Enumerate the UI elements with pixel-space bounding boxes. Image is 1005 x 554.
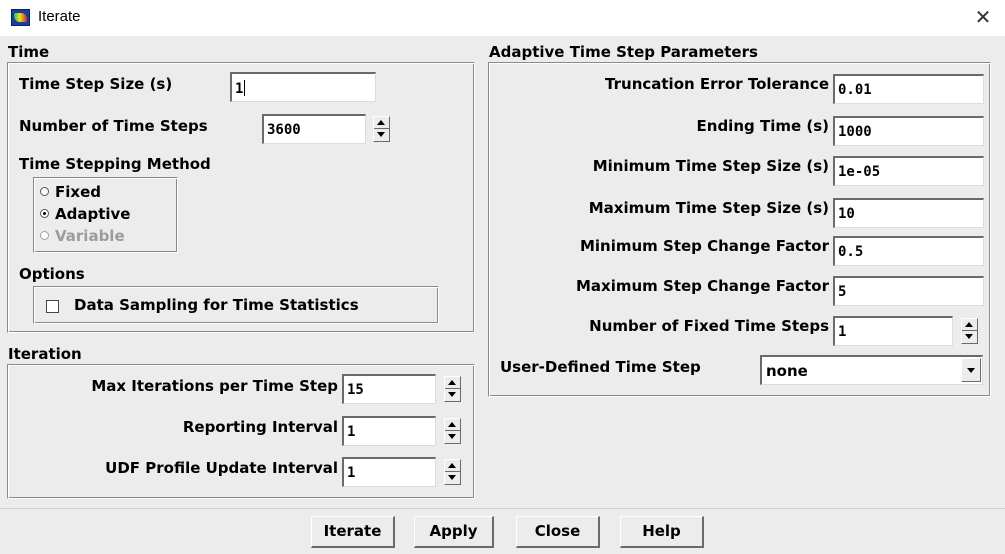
- spin-up-icon[interactable]: [445, 377, 460, 389]
- spin-up-icon[interactable]: [374, 117, 389, 129]
- title-bar: Iterate ✕: [0, 0, 1005, 36]
- truncation-error-tolerance-label: Truncation Error Tolerance: [605, 75, 829, 93]
- user-defined-time-step-label: User-Defined Time Step: [500, 358, 701, 376]
- data-sampling-label[interactable]: Data Sampling for Time Statistics: [74, 296, 359, 314]
- max-time-step-size-label: Maximum Time Step Size (s): [588, 199, 829, 217]
- adaptive-section-title: Adaptive Time Step Parameters: [489, 43, 758, 61]
- number-of-fixed-time-steps-spinner[interactable]: [961, 318, 978, 344]
- close-button[interactable]: Close: [516, 516, 600, 548]
- apply-button[interactable]: Apply: [414, 516, 494, 548]
- reporting-interval-input[interactable]: 1: [342, 416, 436, 446]
- spin-down-icon[interactable]: [374, 129, 389, 141]
- min-step-change-factor-input[interactable]: 0.5: [833, 236, 984, 266]
- reporting-interval-label: Reporting Interval: [182, 418, 338, 436]
- spin-down-icon[interactable]: [445, 431, 460, 443]
- spin-up-icon[interactable]: [445, 460, 460, 472]
- footer-divider: [0, 508, 1005, 509]
- min-time-step-size-input[interactable]: 1e-05: [833, 156, 984, 186]
- spin-up-icon[interactable]: [445, 419, 460, 431]
- time-section-title: Time: [8, 43, 50, 61]
- max-step-change-factor-label: Maximum Step Change Factor: [575, 277, 829, 295]
- number-of-time-steps-spinner[interactable]: [373, 116, 390, 142]
- adaptive-group: [488, 62, 991, 397]
- radio-variable: Variable: [40, 227, 125, 245]
- time-step-size-input[interactable]: 1: [230, 72, 376, 102]
- window-title: Iterate: [38, 8, 81, 25]
- max-iterations-spinner[interactable]: [444, 376, 461, 402]
- radio-icon: [40, 187, 49, 196]
- data-sampling-checkbox[interactable]: [46, 300, 59, 313]
- udf-profile-update-interval-input[interactable]: 1: [342, 457, 436, 487]
- min-step-change-factor-label: Minimum Step Change Factor: [579, 237, 829, 255]
- spin-up-icon[interactable]: [962, 319, 977, 331]
- number-of-fixed-time-steps-label: Number of Fixed Time Steps: [589, 317, 829, 335]
- truncation-error-tolerance-input[interactable]: 0.01: [833, 74, 984, 104]
- user-defined-time-step-select[interactable]: none: [760, 355, 983, 385]
- reporting-interval-spinner[interactable]: [444, 418, 461, 444]
- number-of-time-steps-label: Number of Time Steps: [19, 117, 208, 135]
- spin-down-icon[interactable]: [445, 472, 460, 484]
- max-step-change-factor-input[interactable]: 5: [833, 276, 984, 306]
- number-of-fixed-time-steps-input[interactable]: 1: [833, 316, 953, 346]
- spin-down-icon[interactable]: [445, 389, 460, 401]
- time-stepping-method-label: Time Stepping Method: [19, 155, 211, 173]
- radio-icon: [40, 231, 49, 240]
- chevron-down-icon[interactable]: [961, 358, 981, 382]
- ending-time-label: Ending Time (s): [696, 117, 829, 135]
- min-time-step-size-label: Minimum Time Step Size (s): [592, 157, 829, 175]
- radio-fixed[interactable]: Fixed: [40, 183, 101, 201]
- max-iterations-label: Max Iterations per Time Step: [91, 377, 338, 395]
- spin-down-icon[interactable]: [962, 331, 977, 343]
- fluent-app-icon: [11, 9, 30, 26]
- iteration-section-title: Iteration: [8, 345, 82, 363]
- time-step-size-label: Time Step Size (s): [19, 75, 173, 93]
- udf-profile-update-interval-label: UDF Profile Update Interval: [105, 459, 338, 477]
- number-of-time-steps-input[interactable]: 3600: [262, 114, 366, 144]
- radio-selected-icon: [40, 209, 49, 218]
- max-time-step-size-input[interactable]: 10: [833, 198, 984, 228]
- close-icon[interactable]: ✕: [970, 4, 996, 30]
- max-iterations-input[interactable]: 15: [342, 374, 436, 404]
- udf-profile-update-interval-spinner[interactable]: [444, 459, 461, 485]
- ending-time-input[interactable]: 1000: [833, 116, 984, 146]
- iterate-button[interactable]: Iterate: [311, 516, 395, 548]
- options-label: Options: [19, 265, 85, 283]
- help-button[interactable]: Help: [620, 516, 704, 548]
- radio-adaptive[interactable]: Adaptive: [40, 205, 130, 223]
